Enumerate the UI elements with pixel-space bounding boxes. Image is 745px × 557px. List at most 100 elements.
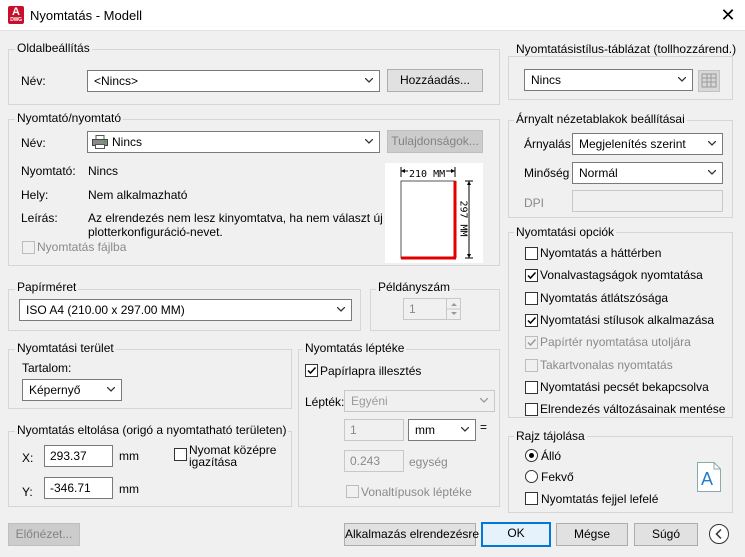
preview-height-label: 297 MM bbox=[457, 200, 469, 237]
offset-x-input[interactable]: 293.37 bbox=[44, 445, 113, 467]
plot-option-checkbox[interactable] bbox=[525, 292, 538, 305]
plot-options-title: Nyomtatási opciók bbox=[514, 225, 617, 239]
scale-unit-select[interactable]: mm bbox=[408, 419, 476, 441]
plot-option-label: Nyomtatási stílusok alkalmazása bbox=[540, 313, 715, 327]
apply-to-layout-button[interactable]: Alkalmazás elrendezésre bbox=[344, 523, 479, 546]
description-line-1: Az elrendezés nem lesz kinyomtatva, ha n… bbox=[88, 211, 383, 225]
paper-preview: 210 MM 297 MM bbox=[385, 163, 483, 263]
plot-style-select[interactable]: Nincs bbox=[524, 69, 693, 91]
scale-value-2-input[interactable]: 0.243 bbox=[344, 450, 404, 472]
autocad-app-icon: A DWG bbox=[8, 6, 24, 24]
offset-y-unit: mm bbox=[119, 482, 139, 496]
window-title: Nyomtatás - Modell bbox=[30, 8, 142, 23]
help-button[interactable]: Súgó bbox=[634, 523, 698, 546]
plot-option-checkbox[interactable] bbox=[525, 336, 538, 349]
portrait-radio[interactable] bbox=[525, 449, 538, 462]
landscape-label: Fekvő bbox=[541, 470, 574, 484]
quality-label: Minőség bbox=[524, 166, 570, 180]
offset-x-label: X: bbox=[22, 451, 34, 465]
plot-option-label: Nyomtatási pecsét bekapcsolva bbox=[540, 380, 709, 394]
chevron-down-icon bbox=[708, 141, 716, 146]
upside-down-label: Nyomtatás fejjel lefelé bbox=[541, 492, 659, 506]
copies-title: Példányszám bbox=[376, 280, 453, 294]
scale-equals: = bbox=[480, 420, 488, 434]
preview-width-label: 210 MM bbox=[408, 169, 447, 180]
plot-to-file-checkbox[interactable] bbox=[22, 241, 35, 254]
plotter-label: Nyomtató: bbox=[21, 164, 76, 178]
plot-style-title: Nyomtatásistílus-táblázat (tollhozzárend… bbox=[514, 42, 739, 56]
orientation-title: Rajz tájolása bbox=[514, 429, 587, 443]
chevron-down-icon bbox=[461, 427, 469, 432]
plot-option-checkbox[interactable] bbox=[525, 314, 538, 327]
plotter-value: Nincs bbox=[88, 164, 119, 178]
plot-area-title: Nyomtatási terület bbox=[15, 341, 116, 355]
plot-option-checkbox[interactable] bbox=[525, 247, 538, 260]
scale-label: Lépték: bbox=[305, 395, 345, 409]
scale-lineweights-checkbox[interactable] bbox=[346, 485, 359, 498]
plot-scale-title: Nyomtatás léptéke bbox=[303, 341, 407, 355]
cancel-button[interactable]: Mégse bbox=[556, 523, 628, 546]
paper-size-select[interactable]: ISO A4 (210.00 x 297.00 MM) bbox=[19, 299, 352, 321]
scale-unit-2-label: egység bbox=[409, 455, 448, 469]
preview-button[interactable]: Előnézet... bbox=[8, 523, 80, 546]
upside-down-checkbox[interactable] bbox=[525, 492, 538, 505]
offset-y-label: Y: bbox=[22, 485, 33, 499]
landscape-radio[interactable] bbox=[525, 470, 538, 483]
shaded-viewport-title: Árnyalt nézetablakok beállításai bbox=[514, 112, 687, 126]
plot-to-file-label: Nyomtatás fájlba bbox=[37, 240, 127, 254]
chevron-down-icon bbox=[365, 78, 373, 83]
printer-name-label: Név: bbox=[21, 136, 46, 150]
printer-icon bbox=[92, 135, 108, 152]
center-plot-label-2: igazítása bbox=[189, 455, 238, 469]
plot-option-label: Nyomtatás átlátszósága bbox=[540, 291, 669, 305]
plot-option-label: Takartvonalas nyomtatás bbox=[540, 358, 673, 372]
portrait-label: Álló bbox=[541, 449, 562, 463]
chevron-down-icon bbox=[708, 170, 716, 175]
offset-y-input[interactable]: -346.71 bbox=[44, 477, 113, 499]
offset-x-unit: mm bbox=[119, 449, 139, 463]
page-setup-title: Oldalbeállítás bbox=[15, 41, 92, 55]
paper-size-title: Papírméret bbox=[15, 280, 79, 294]
plot-option-label: Nyomtatás a háttérben bbox=[540, 246, 662, 260]
collapse-options-icon[interactable] bbox=[708, 523, 730, 545]
add-page-setup-button[interactable]: Hozzáadás... bbox=[387, 69, 483, 92]
copies-spinner[interactable] bbox=[446, 299, 461, 319]
ok-button[interactable]: OK bbox=[481, 522, 551, 547]
shade-plot-select[interactable]: Megjelenítés szerint bbox=[572, 133, 723, 155]
fit-to-paper-checkbox[interactable] bbox=[305, 364, 318, 377]
scale-lineweights-label: Vonaltípusok léptéke bbox=[361, 485, 472, 499]
quality-select[interactable]: Normál bbox=[572, 162, 723, 184]
scale-select[interactable]: Egyéni bbox=[344, 390, 495, 412]
plot-what-select[interactable]: Képernyő bbox=[22, 379, 122, 401]
chevron-down-icon bbox=[107, 387, 115, 392]
center-plot-checkbox[interactable] bbox=[174, 448, 187, 461]
page-setup-name-label: Név: bbox=[21, 74, 46, 88]
printer-name-select[interactable]: Nincs bbox=[87, 131, 380, 153]
chevron-down-icon bbox=[337, 307, 345, 312]
plot-option-checkbox[interactable] bbox=[525, 403, 538, 416]
plot-option-label: Vonalvastagságok nyomtatása bbox=[540, 268, 703, 282]
chevron-down-icon bbox=[480, 398, 488, 403]
page-setup-name-select[interactable]: <Nincs> bbox=[87, 70, 380, 92]
description-line-2: plotterkonfiguráció-nevet. bbox=[88, 225, 223, 239]
edit-plot-style-icon[interactable] bbox=[698, 70, 720, 92]
shade-plot-label: Árnyalás bbox=[524, 137, 571, 151]
fit-to-paper-label: Papírlapra illesztés bbox=[320, 364, 422, 378]
where-label: Hely: bbox=[21, 188, 49, 202]
chevron-down-icon bbox=[365, 139, 373, 144]
dpi-input[interactable] bbox=[572, 190, 723, 212]
close-icon[interactable]: ✕ bbox=[717, 4, 739, 26]
plot-what-label: Tartalom: bbox=[22, 361, 72, 375]
plot-option-checkbox[interactable] bbox=[525, 269, 538, 282]
printer-properties-button[interactable]: Tulajdonságok... bbox=[387, 130, 483, 153]
plot-option-checkbox[interactable] bbox=[525, 381, 538, 394]
plot-option-label: Papírtér nyomtatása utoljára bbox=[540, 335, 691, 349]
plot-option-checkbox[interactable] bbox=[525, 359, 538, 372]
chevron-down-icon bbox=[678, 77, 686, 82]
where-value: Nem alkalmazható bbox=[88, 188, 188, 202]
printer-title: Nyomtató/nyomtató bbox=[15, 111, 124, 125]
description-label: Leírás: bbox=[21, 211, 58, 225]
plot-offset-title: Nyomtatás eltolása (origó a nyomtatható … bbox=[15, 423, 289, 437]
scale-value-1-input[interactable]: 1 bbox=[344, 419, 404, 441]
plot-option-label: Elrendezés változásainak mentése bbox=[540, 402, 726, 416]
